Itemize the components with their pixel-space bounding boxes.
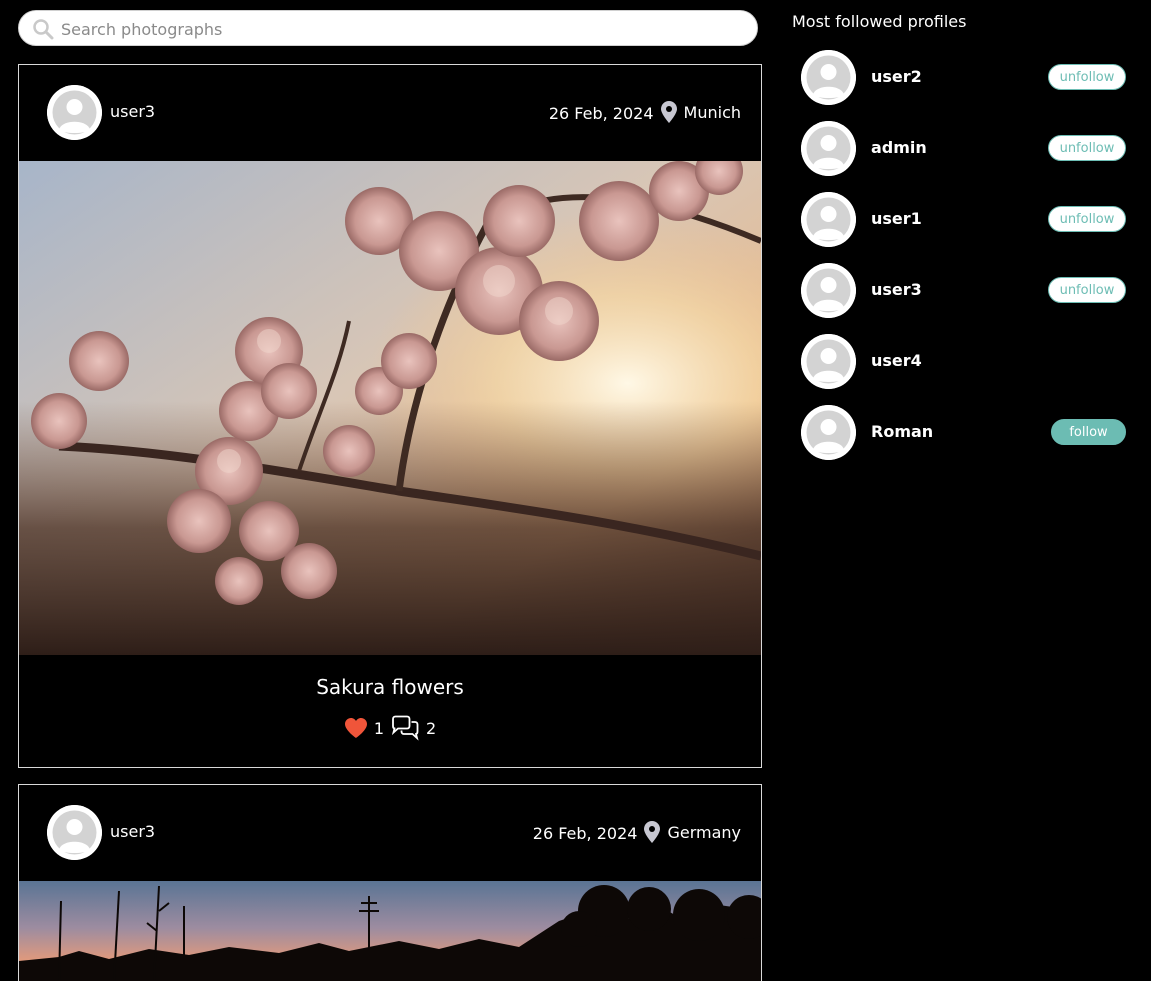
sunset-photo	[19, 881, 761, 981]
post-header: user3 26 Feb, 2024 Munich	[19, 65, 761, 161]
avatar[interactable]	[801, 121, 856, 176]
location-pin-icon	[643, 820, 661, 844]
follow-button[interactable]: follow	[1051, 419, 1126, 445]
post-username[interactable]: user3	[110, 822, 155, 841]
search-bar[interactable]	[18, 10, 758, 47]
like-count: 1	[373, 718, 384, 738]
avatar[interactable]	[801, 334, 856, 389]
avatar-placeholder-icon	[47, 805, 102, 860]
sidebar-title: Most followed profiles	[792, 12, 967, 31]
search-input[interactable]	[59, 11, 743, 47]
avatar[interactable]	[801, 192, 856, 247]
search-icon	[33, 19, 54, 40]
profile-name[interactable]: user1	[871, 209, 922, 228]
avatar[interactable]	[47, 85, 102, 140]
profile-name[interactable]: admin	[871, 138, 927, 157]
profile-item: admin unfollow	[800, 121, 1126, 177]
post-date: 26 Feb, 2024	[532, 823, 638, 843]
location-pin-icon	[660, 100, 678, 124]
unfollow-button[interactable]: unfollow	[1048, 64, 1126, 90]
comment-icon[interactable]	[390, 715, 420, 741]
post-card: user3 26 Feb, 2024 Munich Sakura flowers…	[18, 64, 762, 768]
avatar[interactable]	[801, 50, 856, 105]
profile-name[interactable]: user2	[871, 67, 922, 86]
post-photo[interactable]	[19, 881, 761, 981]
unfollow-button[interactable]: unfollow	[1048, 206, 1126, 232]
post-title: Sakura flowers	[316, 675, 464, 699]
comment-count: 2	[426, 718, 437, 738]
avatar[interactable]	[801, 405, 856, 460]
profile-item: user2 unfollow	[800, 50, 1126, 106]
post-meta: 26 Feb, 2024 Munich	[549, 100, 741, 124]
post-username[interactable]: user3	[110, 102, 155, 121]
avatar-placeholder-icon	[801, 263, 856, 318]
avatar-placeholder-icon	[801, 192, 856, 247]
post-location: Munich	[683, 102, 741, 122]
profile-name[interactable]: user3	[871, 280, 922, 299]
heart-icon[interactable]	[344, 717, 368, 739]
post-location: Germany	[667, 822, 741, 842]
post-stats: 1 2	[19, 715, 761, 741]
post-photo[interactable]	[19, 161, 761, 655]
avatar-placeholder-icon	[801, 405, 856, 460]
page: user3 26 Feb, 2024 Munich	[0, 0, 1151, 981]
avatar-placeholder-icon	[47, 85, 102, 140]
avatar[interactable]	[801, 263, 856, 318]
profile-item: user3 unfollow	[800, 263, 1126, 319]
unfollow-button[interactable]: unfollow	[1048, 135, 1126, 161]
post-date: 26 Feb, 2024	[548, 103, 654, 123]
profile-item: user1 unfollow	[800, 192, 1126, 248]
avatar[interactable]	[47, 805, 102, 860]
avatar-placeholder-icon	[801, 334, 856, 389]
avatar-placeholder-icon	[801, 50, 856, 105]
unfollow-button[interactable]: unfollow	[1048, 277, 1126, 303]
profile-name[interactable]: Roman	[871, 422, 933, 441]
post-header: user3 26 Feb, 2024 Germany	[19, 785, 761, 881]
avatar-placeholder-icon	[801, 121, 856, 176]
profile-item: user4	[800, 334, 1126, 390]
profile-name[interactable]: user4	[871, 351, 922, 370]
post-meta: 26 Feb, 2024 Germany	[533, 820, 741, 844]
profile-item: Roman follow	[800, 405, 1126, 461]
post-card: user3 26 Feb, 2024 Germany	[18, 784, 762, 981]
sakura-photo	[19, 161, 761, 655]
